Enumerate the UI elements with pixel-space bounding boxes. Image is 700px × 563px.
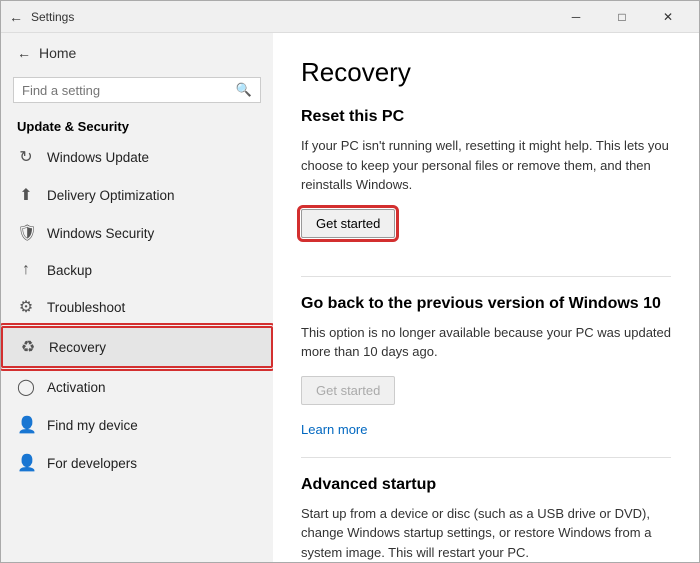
reset-section-title: Reset this PC [301, 108, 671, 126]
sidebar-item-windows-security[interactable]: 🛡 Windows Security [1, 214, 273, 252]
sidebar-item-recovery[interactable]: ♻ Recovery [1, 326, 273, 368]
advanced-section-desc: Start up from a device or disc (such as … [301, 504, 671, 563]
minimize-button[interactable]: ─ [553, 1, 599, 33]
sidebar-home-item[interactable]: ← Home [1, 33, 273, 73]
search-input[interactable] [22, 83, 230, 98]
sidebar-section-title: Update & Security [1, 111, 273, 138]
learn-more-link[interactable]: Learn more [301, 422, 367, 437]
goback-section-title: Go back to the previous version of Windo… [301, 295, 671, 313]
sidebar-item-label-for-developers: For developers [47, 456, 137, 471]
delivery-optimization-icon: ⬆ [17, 185, 35, 205]
sidebar-item-label-delivery-optimization: Delivery Optimization [47, 188, 175, 203]
sidebar-item-backup[interactable]: ↑ Backup [1, 252, 273, 288]
search-box[interactable]: 🔍 [13, 77, 261, 103]
find-my-device-icon: 👤 [17, 415, 35, 435]
sidebar-item-delivery-optimization[interactable]: ⬆ Delivery Optimization [1, 176, 273, 214]
sidebar-item-label-windows-security: Windows Security [47, 226, 154, 241]
sidebar: ← Home 🔍 Update & Security ↻ Windows Upda… [1, 33, 273, 562]
sidebar-item-label-windows-update: Windows Update [47, 150, 149, 165]
sidebar-items-container: ↻ Windows Update ⬆ Delivery Optimization 🛡 Wi… [1, 138, 273, 482]
title-bar-left: ← Settings [9, 9, 553, 25]
for-developers-icon: 👤 [17, 453, 35, 473]
advanced-section-title: Advanced startup [301, 476, 671, 494]
reset-get-started-button[interactable]: Get started [301, 209, 395, 238]
sidebar-item-label-troubleshoot: Troubleshoot [47, 300, 125, 315]
back-arrow-icon[interactable]: ← [9, 9, 23, 25]
activation-icon: ◯ [17, 377, 35, 397]
title-bar-controls: ─ □ ✕ [553, 1, 691, 33]
windows-security-icon: 🛡 [17, 223, 35, 243]
close-button[interactable]: ✕ [645, 1, 691, 33]
home-back-icon: ← [17, 45, 31, 61]
windows-update-icon: ↻ [17, 147, 35, 167]
goback-section-desc: This option is no longer available becau… [301, 323, 671, 362]
page-title: Recovery [301, 57, 671, 88]
reset-section-desc: If your PC isn't running well, resetting… [301, 136, 671, 195]
goback-get-started-button: Get started [301, 376, 395, 405]
search-icon: 🔍 [236, 82, 252, 98]
sidebar-item-windows-update[interactable]: ↻ Windows Update [1, 138, 273, 176]
sidebar-item-label-activation: Activation [47, 380, 106, 395]
divider-2 [301, 457, 671, 458]
content-area: ← Home 🔍 Update & Security ↻ Windows Upda… [1, 33, 699, 562]
main-content: Recovery Reset this PC If your PC isn't … [273, 33, 699, 562]
sidebar-item-for-developers[interactable]: 👤 For developers [1, 444, 273, 482]
troubleshoot-icon: ⚙ [17, 297, 35, 317]
window: ← Settings ─ □ ✕ ← Home 🔍 Update & Secur… [0, 0, 700, 563]
maximize-button[interactable]: □ [599, 1, 645, 33]
divider-1 [301, 276, 671, 277]
home-label: Home [39, 45, 76, 61]
sidebar-item-find-my-device[interactable]: 👤 Find my device [1, 406, 273, 444]
sidebar-item-troubleshoot[interactable]: ⚙ Troubleshoot [1, 288, 273, 326]
recovery-icon: ♻ [19, 337, 37, 357]
sidebar-item-label-backup: Backup [47, 263, 92, 278]
sidebar-item-label-find-my-device: Find my device [47, 418, 138, 433]
sidebar-item-activation[interactable]: ◯ Activation [1, 368, 273, 406]
title-bar: ← Settings ─ □ ✕ [1, 1, 699, 33]
window-title: Settings [31, 10, 74, 24]
sidebar-item-label-recovery: Recovery [49, 340, 106, 355]
backup-icon: ↑ [17, 261, 35, 279]
